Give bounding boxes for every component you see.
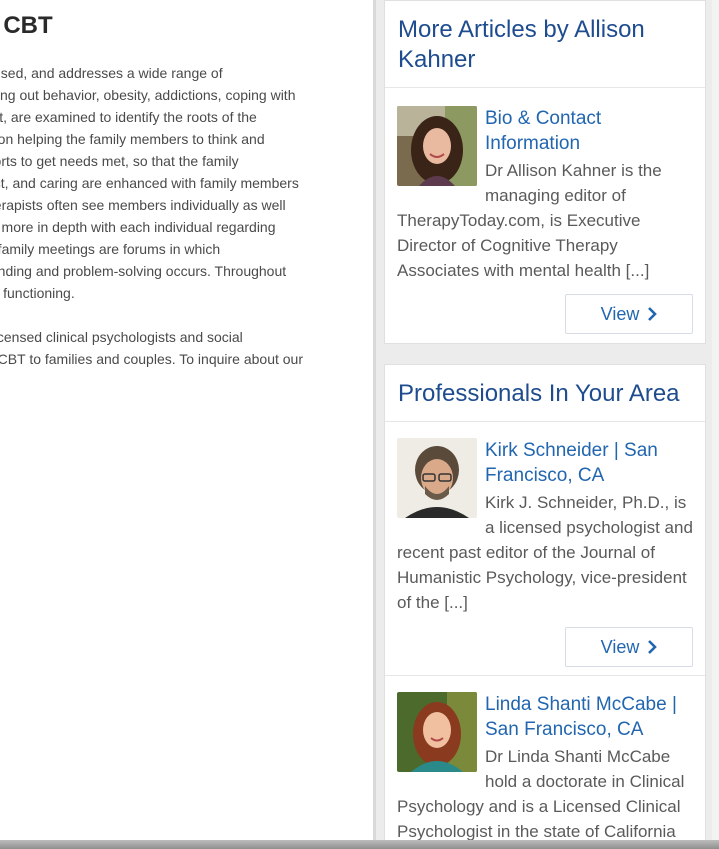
article-line: e CBT to families and couples. To inquir… (0, 351, 304, 367)
more-articles-card: More Articles by Allison Kahner Bio & Co… (384, 0, 706, 344)
list-item: Bio & Contact Information Dr Allison Kah… (385, 88, 705, 345)
article-line: d on helping the family members to think… (0, 131, 265, 147)
article-line: rk more in depth with each individual re… (0, 219, 276, 235)
article-line: e family meetings are forums in which (0, 241, 221, 257)
article-line: cting out behavior, obesity, addictions,… (0, 87, 296, 103)
professional-photo[interactable] (397, 438, 477, 518)
view-label: View (600, 636, 640, 657)
more-articles-title: More Articles by Allison Kahner (385, 1, 705, 88)
article-main: d CBT cused, and addresses a wide range … (0, 0, 373, 840)
view-button[interactable]: View (565, 294, 693, 334)
article-line: lict, are examined to identify the roots… (0, 109, 257, 125)
article-line: tanding and problem-solving occurs. Thro… (0, 263, 287, 279)
article-line: fforts to get needs met, so that the fam… (0, 153, 239, 169)
view-label: View (600, 303, 640, 324)
article-paragraph-2: (licensed clinical psychologists and soc… (0, 326, 303, 392)
professionals-card: Professionals In Your Area Kirk Schneide… (384, 364, 706, 848)
article-line: cused, and addresses a wide range of (0, 65, 223, 81)
professional-photo[interactable] (397, 692, 477, 772)
chevron-right-icon (648, 307, 658, 321)
article-paragraph-1: cused, and addresses a wide range of cti… (0, 62, 299, 304)
list-item: Kirk Schneider | San Francisco, CA Kirk … (385, 422, 705, 675)
view-button[interactable]: View (565, 627, 693, 667)
article-line: ily functioning. (0, 285, 75, 301)
article-line: 7. (0, 370, 303, 392)
article-heading: d CBT (0, 12, 53, 39)
list-item: Linda Shanti McCabe | San Francisco, CA … (385, 675, 705, 844)
horizontal-scrollbar[interactable] (0, 840, 719, 849)
chevron-right-icon (648, 640, 658, 654)
author-photo[interactable] (397, 106, 477, 186)
article-line: ect, and caring are enhanced with family… (0, 175, 299, 191)
page-edge (712, 0, 719, 840)
article-line: herapists often see members individually… (0, 197, 286, 213)
article-line: (licensed clinical psychologists and soc… (0, 329, 243, 345)
column-divider (373, 0, 376, 840)
professionals-title: Professionals In Your Area (385, 365, 705, 422)
